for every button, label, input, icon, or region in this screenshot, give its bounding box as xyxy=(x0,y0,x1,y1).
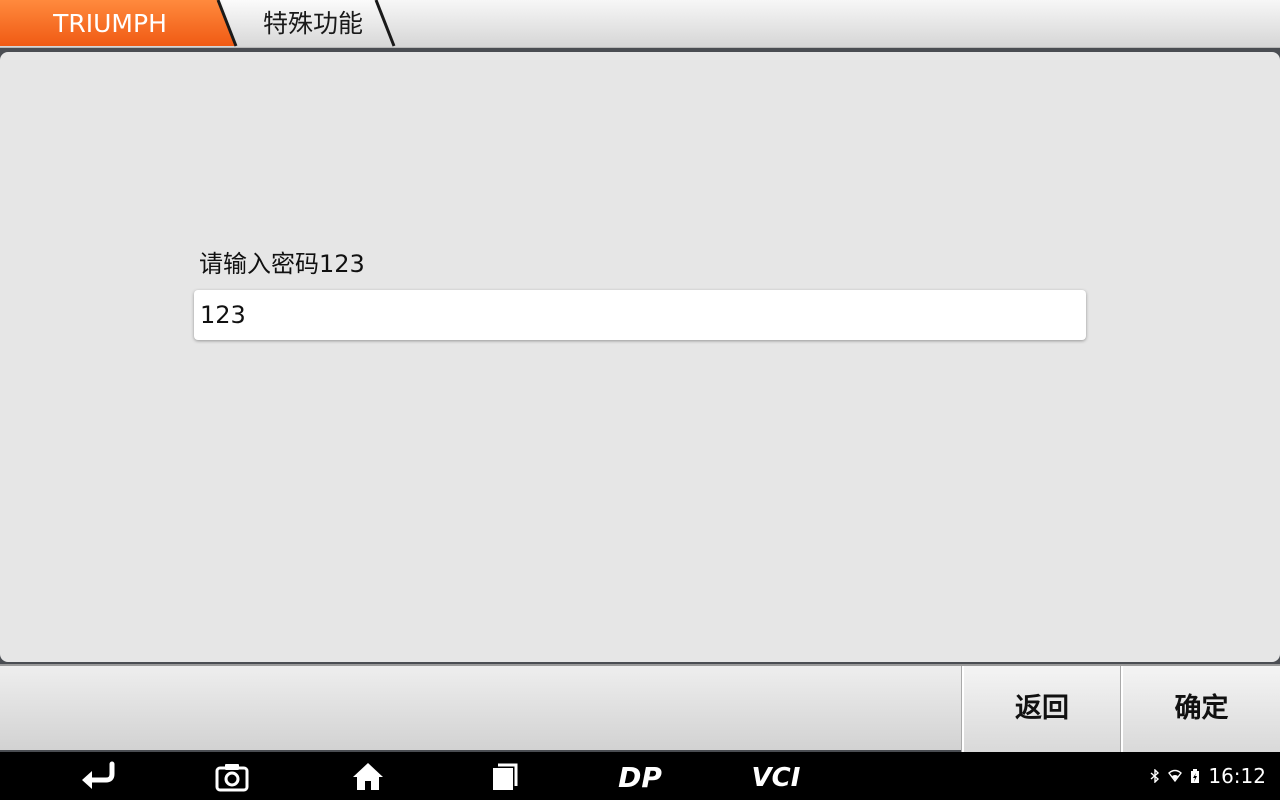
dp-logo-icon[interactable]: DP xyxy=(610,760,670,792)
bluetooth-icon xyxy=(1150,769,1160,783)
breadcrumb-bar: TRIUMPH 特殊功能 xyxy=(0,0,1280,48)
status-area: 16:12 xyxy=(1148,752,1266,800)
password-prompt-label: 请输入密码123 xyxy=(199,250,365,278)
action-bar: 返回 确定 xyxy=(0,664,1280,752)
home-icon[interactable] xyxy=(348,760,388,792)
system-navbar: DP VCI 16:12 xyxy=(0,752,1280,800)
breadcrumb-item-triumph[interactable]: TRIUMPH xyxy=(0,0,220,48)
battery-icon xyxy=(1191,769,1200,783)
back-button[interactable]: 返回 xyxy=(962,666,1120,752)
confirm-button[interactable]: 确定 xyxy=(1121,666,1280,752)
status-clock: 16:12 xyxy=(1208,764,1266,788)
main-panel: 请输入密码123 xyxy=(0,52,1280,662)
camera-icon[interactable] xyxy=(212,760,252,792)
svg-text:DP: DP xyxy=(618,761,662,792)
svg-text:VCI: VCI xyxy=(752,763,801,792)
app-window: TRIUMPH 特殊功能 请输入密码123 返回 确定 xyxy=(0,0,1280,800)
wifi-icon xyxy=(1168,769,1183,783)
breadcrumb-item-special-functions[interactable]: 特殊功能 xyxy=(238,0,388,48)
vci-logo-icon[interactable]: VCI xyxy=(744,760,808,792)
back-arrow-icon[interactable] xyxy=(78,760,118,792)
recent-apps-icon[interactable] xyxy=(484,760,524,792)
password-input[interactable] xyxy=(194,290,1086,340)
